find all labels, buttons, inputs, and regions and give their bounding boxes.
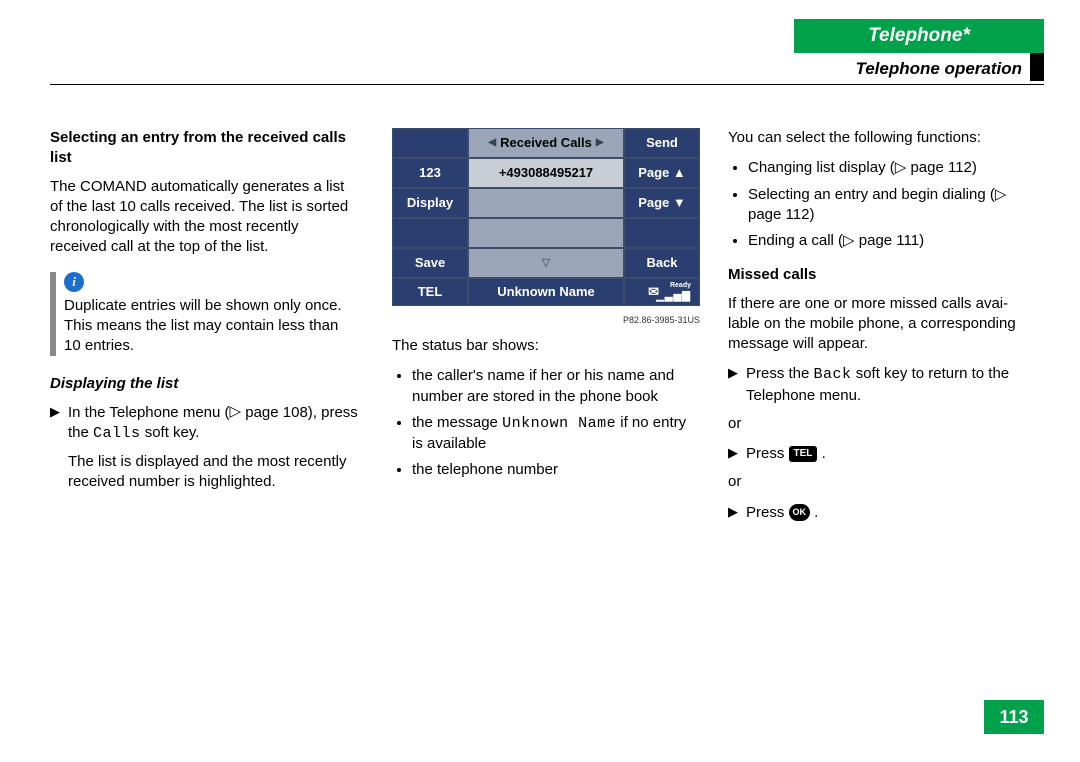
chapter-tab: Telephone*	[794, 19, 1044, 53]
list-area	[468, 188, 624, 218]
right-arrow-icon: ▶	[596, 136, 604, 150]
softkey-name: Calls	[93, 425, 141, 442]
column-2: ◀ Received Calls ▶ Send 123 +49308849521…	[392, 128, 700, 491]
column-3: You can select the following functions: …	[728, 128, 1028, 531]
text: In the Telephone menu (	[68, 404, 230, 421]
down-arrow-icon: ▽	[542, 256, 550, 271]
heading-missed-calls: Missed calls	[728, 265, 1028, 285]
status-name: Unknown Name	[468, 278, 624, 306]
step-arrow-icon: ▶	[50, 403, 68, 445]
softkey-page-down: Page ▼	[624, 188, 700, 218]
signal-icon: ▁▃▅▇	[656, 290, 691, 304]
heading-displaying-list: Displaying the list	[50, 374, 358, 394]
divider	[50, 84, 1044, 85]
text: The list is displayed and the most recen…	[68, 452, 358, 493]
text: Press the	[746, 365, 814, 382]
mono-text: Unknown Name	[502, 415, 616, 432]
or-separator: or	[728, 472, 1028, 492]
header-bar-decoration	[1030, 53, 1044, 81]
step-arrow-icon: ▶	[728, 444, 746, 464]
softkey-empty	[392, 218, 468, 248]
softkey-save: Save	[392, 248, 468, 278]
softkey-empty	[392, 128, 468, 158]
list-area	[468, 218, 624, 248]
paragraph: The COMAND automatically generates a lis…	[50, 177, 358, 258]
info-bar-icon	[50, 272, 56, 357]
text: soft key.	[141, 424, 200, 441]
info-note: i Duplicate entries will be shown only o…	[50, 272, 358, 357]
triangle-icon: ▷	[230, 402, 242, 422]
step-arrow-icon: ▶	[728, 364, 746, 406]
bullet-list: Changing list display (▷ page 112) Selec…	[728, 158, 1028, 251]
step: The list is displayed and the most recen…	[50, 452, 358, 493]
text: Press	[746, 445, 789, 462]
phone-number: +493088495217	[468, 158, 624, 188]
column-1: Selecting an entry from the received cal…	[50, 128, 358, 501]
list-item: the caller's name if her or his name and…	[412, 366, 700, 407]
softkey-send: Send	[624, 128, 700, 158]
text: the message	[412, 414, 502, 431]
device-screenshot: ◀ Received Calls ▶ Send 123 +49308849521…	[392, 128, 700, 306]
step: ▶ Press TEL .	[728, 444, 1028, 464]
step: ▶ Press the Back soft key to return to t…	[728, 364, 1028, 406]
softkey-back: Back	[624, 248, 700, 278]
list-item: the message Unknown Name if no entry is …	[412, 413, 700, 455]
paragraph: The status bar shows:	[392, 336, 700, 356]
softkey-name: Back	[814, 366, 852, 383]
left-arrow-icon: ◀	[488, 136, 496, 150]
tel-button-icon: TEL	[789, 446, 818, 462]
list-bottom: ▽	[468, 248, 624, 278]
ok-button-icon: OK	[789, 504, 811, 520]
or-separator: or	[728, 414, 1028, 434]
list-item: Selecting an entry and begin dialing (▷ …	[748, 185, 1028, 226]
title-text: Received Calls	[500, 134, 592, 152]
part-number: P82.86-3985-31US	[392, 314, 700, 326]
list-item: Ending a call (▷ page 111)	[748, 231, 1028, 251]
info-icon: i	[64, 272, 84, 292]
heading-selecting-entry: Selecting an entry from the received cal…	[50, 128, 358, 169]
softkey-123: 123	[392, 158, 468, 188]
text: Press	[746, 504, 789, 521]
list-item: Changing list display (▷ page 112)	[748, 158, 1028, 178]
page-number: 113	[984, 700, 1044, 734]
status-mode: TEL	[392, 278, 468, 306]
softkey-display: Display	[392, 188, 468, 218]
section-title: Telephone operation	[855, 59, 1022, 79]
spacer	[50, 452, 68, 493]
step: ▶ Press OK .	[728, 503, 1028, 523]
status-indicators: ✉ Ready ▁▃▅▇	[624, 278, 700, 306]
screen-title: ◀ Received Calls ▶	[468, 128, 624, 158]
softkey-empty	[624, 218, 700, 248]
list-item: the telephone number	[412, 460, 700, 480]
bullet-list: the caller's name if her or his name and…	[392, 366, 700, 480]
paragraph: You can select the following functions:	[728, 128, 1028, 148]
info-text: Duplicate entries will be shown only onc…	[64, 296, 358, 357]
softkey-page-up: Page ▲	[624, 158, 700, 188]
step: ▶ In the Telephone menu (▷ page 108), pr…	[50, 403, 358, 445]
step-arrow-icon: ▶	[728, 503, 746, 523]
paragraph: If there are one or more missed calls av…	[728, 294, 1028, 355]
